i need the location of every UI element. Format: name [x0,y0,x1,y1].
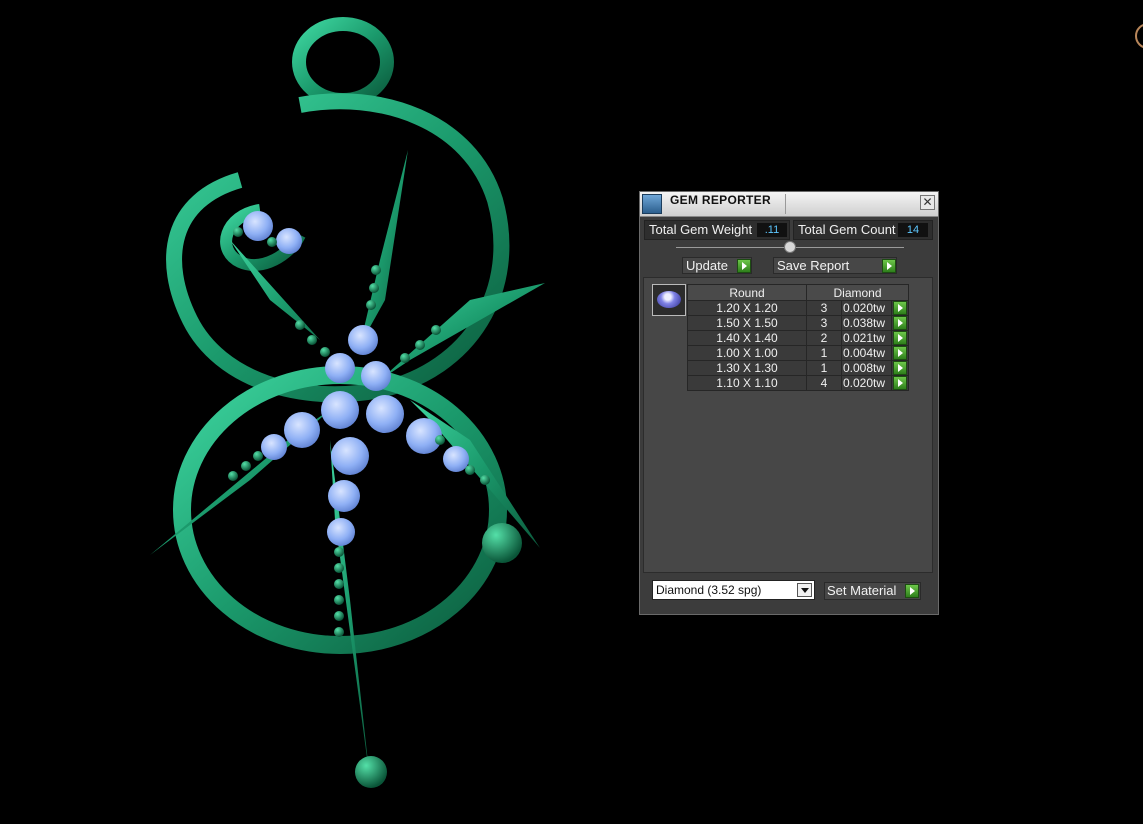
panel-title: GEM REPORTER [670,193,771,207]
play-arrow-icon[interactable] [893,346,907,360]
splitter-handle[interactable] [784,241,796,253]
gem-size: 1.30 X 1.30 [687,360,807,376]
total-gem-weight: Total Gem Weight .11 [644,220,790,240]
total-gem-weight-label: Total Gem Weight [649,222,753,237]
3d-viewport[interactable] [0,0,1143,819]
table-row[interactable]: 1.10 X 1.10 4 0.020tw [687,375,909,391]
gem-count: 1 [806,360,842,376]
set-material-label: Set Material [827,583,897,598]
gem-reporter-panel: GEM REPORTER ✕ Total Gem Weight .11 Tota… [639,191,939,615]
chevron-down-icon[interactable] [797,583,812,597]
gem-count: 1 [806,345,842,361]
total-gem-count-label: Total Gem Count [798,222,896,237]
gem-weight: 0.038tw [841,315,892,331]
table-row[interactable]: 1.50 X 1.50 3 0.038tw [687,315,909,331]
play-arrow-icon[interactable] [893,361,907,375]
gem-weight: 0.021tw [841,330,892,346]
round-gem-icon[interactable] [652,284,686,316]
play-arrow-icon[interactable] [737,259,751,273]
gem-size: 1.10 X 1.10 [687,375,807,391]
corner-ornament-icon [1135,24,1143,48]
play-arrow-icon[interactable] [893,376,907,390]
pendant-render [150,17,545,788]
gem-count: 3 [806,300,842,316]
play-arrow-icon[interactable] [893,331,907,345]
gem-weight: 0.020tw [841,375,892,391]
close-icon: ✕ [922,195,933,209]
gem-weight: 0.008tw [841,360,892,376]
table-row[interactable]: 1.00 X 1.00 1 0.004tw [687,345,909,361]
total-gem-count-value: 14 [898,223,928,237]
table-row[interactable]: 1.30 X 1.30 1 0.008tw [687,360,909,376]
total-gem-count: Total Gem Count 14 [793,220,933,240]
play-arrow-icon[interactable] [882,259,896,273]
save-report-label: Save Report [777,258,850,273]
set-material-button[interactable]: Set Material [824,582,921,600]
material-select-value: Diamond (3.52 spg) [656,583,762,597]
gem-count: 2 [806,330,842,346]
update-button[interactable]: Update [682,257,752,274]
gem-size: 1.20 X 1.20 [687,300,807,316]
total-gem-weight-value: .11 [757,223,787,237]
titlebar-divider [785,194,786,214]
gem-table: Round Diamond 1.20 X 1.20 3 0.020tw 1.50… [687,284,909,391]
close-button[interactable]: ✕ [920,195,935,210]
column-header-shape: Round [687,284,807,301]
save-report-button[interactable]: Save Report [773,257,897,274]
gem-count: 4 [806,375,842,391]
table-row[interactable]: 1.20 X 1.20 3 0.020tw [687,300,909,316]
gem-count: 3 [806,315,842,331]
gem-list: Round Diamond 1.20 X 1.20 3 0.020tw 1.50… [643,277,933,573]
play-arrow-icon[interactable] [893,301,907,315]
gem-size: 1.00 X 1.00 [687,345,807,361]
gem-size: 1.40 X 1.40 [687,330,807,346]
gem-weight: 0.020tw [841,300,892,316]
column-header-material: Diamond [806,284,909,301]
play-arrow-icon[interactable] [893,316,907,330]
material-select[interactable]: Diamond (3.52 spg) [652,580,815,600]
panel-titlebar[interactable]: GEM REPORTER ✕ [640,192,938,217]
gem-weight: 0.004tw [841,345,892,361]
gem-size: 1.50 X 1.50 [687,315,807,331]
table-row[interactable]: 1.40 X 1.40 2 0.021tw [687,330,909,346]
play-arrow-icon[interactable] [905,584,919,598]
gem-reporter-logo-icon [642,194,662,214]
update-button-label: Update [686,258,728,273]
